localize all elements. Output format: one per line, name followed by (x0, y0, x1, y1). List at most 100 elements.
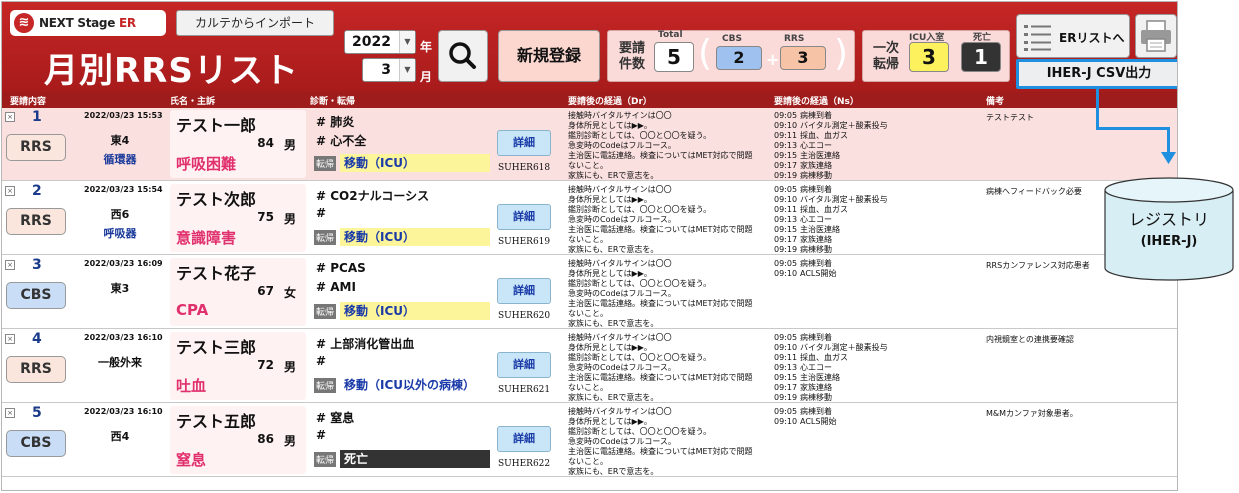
row-checkbox[interactable]: × (5, 408, 15, 418)
dr-note-line: 接触時バイタルサインは〇〇 (568, 407, 672, 416)
plus-sign: + (766, 50, 780, 69)
er-list-label: ERリストへ (1059, 31, 1125, 45)
import-from-chart-button[interactable]: カルテからインポート (176, 10, 334, 36)
ns-note-time: 09:05 (774, 407, 798, 416)
ns-note-line: 09:19 病棟移動 (774, 245, 974, 254)
table-row[interactable]: × 4 RRS 2022/03/23 16:10 一般外来 テスト三郎 72 男吐血 # 上部消… (2, 330, 1177, 403)
magnifier-icon (449, 42, 476, 69)
search-button[interactable] (438, 30, 488, 82)
registry-sublabel: (IHER-J) (1140, 234, 1198, 249)
month-select[interactable]: 3 ▼ (362, 58, 416, 82)
row-number: 2 (32, 183, 42, 199)
ns-note-line: 09:05 病棟到着 (774, 259, 974, 269)
detail-button[interactable]: 詳細 (497, 278, 551, 304)
ns-note-line: 09:19 病棟移動 (774, 393, 974, 402)
registry-database: レジストリ (IHER-J) (1103, 176, 1235, 282)
dr-note-line: ないこと。 (568, 235, 608, 244)
dr-course: 接触時バイタルサインは〇〇 身体所見としては▶▶。 鑑別診断としては、〇〇と〇〇を疑… (568, 185, 768, 254)
row-checkbox[interactable]: × (5, 260, 15, 270)
print-button[interactable] (1135, 14, 1177, 58)
dr-course: 接触時バイタルサインは〇〇 身体所見としては▶▶。 鑑別診断としては、〇〇と〇〇を疑… (568, 407, 768, 476)
patient-name: テスト一郎 (176, 116, 257, 135)
ns-note-text: 病棟到着 (800, 333, 832, 342)
ns-note-line: 09:10 ACLS開始 (774, 269, 974, 279)
patient-panel: テスト一郎 84 男呼吸困難 (170, 110, 306, 178)
detail-button[interactable]: 詳細 (497, 352, 551, 378)
patient-sex: 女 (284, 286, 297, 300)
detail-button[interactable]: 詳細 (497, 426, 551, 452)
new-entry-button[interactable]: 新規登録 (498, 30, 600, 82)
dr-note-line: 主治医に電話連絡。検査についてはMET対応で問題 (568, 373, 753, 382)
table-row[interactable]: × 2 RRS 2022/03/23 15:54 西6 呼吸器 テスト次郎 75 男意識障害 # … (2, 182, 1177, 255)
ns-note-time: 09:05 (774, 111, 798, 120)
ns-note-line: 09:05 病棟到着 (774, 185, 974, 195)
paren-close: ) (834, 33, 849, 74)
annotation-line (1096, 127, 1169, 130)
ns-note-time: 09:17 (774, 383, 798, 392)
disposition-tag: 転帰 (314, 452, 337, 467)
request-count-label: 要請 件数 (619, 41, 646, 72)
printer-icon (1141, 20, 1171, 52)
suher-id: SUHER619 (498, 237, 551, 247)
request-type-badge: RRS (6, 356, 66, 383)
year-unit: 年 (420, 40, 433, 54)
ns-note-text: 病棟移動 (800, 245, 832, 254)
diagnosis-panel: # 上部消化管出血 # 転帰 移動（ICU以外の病棟） (310, 333, 490, 400)
col-dr-course: 要請後の経過（Dr） (568, 97, 652, 107)
detail-button[interactable]: 詳細 (497, 130, 551, 156)
chief-complaint: 意識障害 (176, 229, 237, 247)
ns-note-text: 病棟到着 (800, 259, 832, 268)
ns-note-line: 09:17 家族連絡 (774, 161, 974, 171)
request-datetime: 2022/03/23 16:09 (84, 259, 163, 268)
remark: テストテスト (986, 113, 1034, 122)
ns-note-line: 09:05 病棟到着 (774, 111, 974, 121)
patient-sex: 男 (284, 138, 297, 152)
iher-csv-export-button[interactable]: IHER-J CSV出力 (1016, 59, 1177, 89)
dr-note-line: 主治医に電話連絡。検査についてはMET対応で問題 (568, 151, 753, 160)
ns-note-line: 09:10 ACLS開始 (774, 417, 974, 427)
detail-button[interactable]: 詳細 (497, 204, 551, 230)
ns-note-time: 09:11 (774, 131, 798, 140)
ns-note-time: 09:17 (774, 235, 798, 244)
diagnosis-panel: # CO2ナルコーシス # 転帰 移動（ICU） (310, 185, 490, 252)
table-row[interactable]: × 5 CBS 2022/03/23 16:10 西4 テスト五郎 86 男窒息 # 窒息 # 転… (2, 404, 1177, 477)
year-select[interactable]: 2022 ▼ (344, 30, 416, 54)
month-unit: 月 (420, 70, 433, 84)
request-count-panel: 要請 件数 Total 5 ( CBS 2 + RRS 3 ) (607, 30, 855, 82)
total-caption: Total (658, 30, 683, 40)
app-logo: ≋ NEXT Stage ER (10, 10, 166, 36)
er-list-button[interactable]: ERリストへ (1016, 14, 1130, 58)
list-icon (1024, 25, 1051, 51)
row-checkbox[interactable]: × (5, 112, 15, 122)
disposition-value: 死亡 (340, 450, 490, 468)
row-checkbox[interactable]: × (5, 186, 15, 196)
ns-note-line: 09:17 家族連絡 (774, 383, 974, 393)
ns-note-line: 09:11 採血、血ガス (774, 205, 974, 215)
col-ns-course: 要請後の経過（Ns） (774, 97, 859, 107)
dr-note-line: 鑑別診断としては、〇〇と〇〇を疑う。 (568, 131, 712, 140)
dr-note-line: 家族にも、ERで意志を。 (568, 467, 659, 476)
disposition-count-panel: 一次 転帰 ICU入室 3 死亡 1 (862, 30, 1010, 82)
ns-note-time: 09:05 (774, 185, 798, 194)
ns-note-text: 心エコー (800, 215, 832, 224)
ns-note-line: 09:13 心エコー (774, 363, 974, 373)
table-row[interactable]: × 1 RRS 2022/03/23 15:53 東4 循環器 テスト一郎 84 男呼吸困難 # … (2, 108, 1177, 181)
table-row[interactable]: × 3 CBS 2022/03/23 16:09 東3 テスト花子 67 女 CPA # PCAS… (2, 256, 1177, 329)
ns-note-text: 病棟移動 (800, 171, 832, 180)
remark: 病棟へフィードバック必要 (986, 187, 1082, 196)
ns-note-line: 09:17 家族連絡 (774, 235, 974, 245)
row-number: 4 (32, 331, 42, 347)
dr-note-line: 鑑別診断としては、〇〇と〇〇を疑う。 (568, 205, 712, 214)
ward: 西6 (110, 208, 130, 221)
patient-age: 75 (257, 210, 274, 224)
diagnosis-2: # AMI (316, 280, 356, 294)
ns-note-time: 09:19 (774, 393, 798, 402)
disposition-tag: 転帰 (314, 304, 337, 319)
rrs-count: 3 (780, 46, 826, 70)
ns-note-text: 心エコー (800, 363, 832, 372)
rrs-list-window: ≋ NEXT Stage ER カルテからインポート 月別RRSリスト 2022… (1, 1, 1178, 491)
ns-note-time: 09:05 (774, 259, 798, 268)
row-checkbox[interactable]: × (5, 334, 15, 344)
cbs-count: 2 (716, 46, 762, 70)
chevron-down-icon: ▼ (399, 31, 415, 53)
